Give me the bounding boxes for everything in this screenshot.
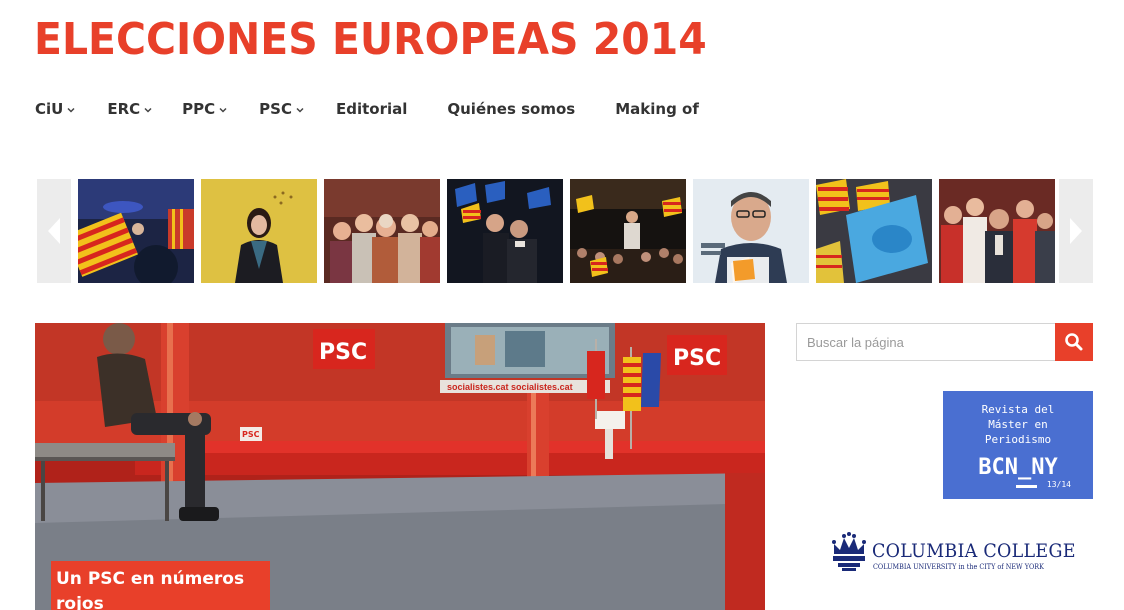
carousel-thumb-5[interactable]: [570, 179, 686, 283]
chevron-down-icon: [219, 107, 227, 113]
nav-item-label: Editorial: [335, 100, 408, 118]
columbia-college-logo[interactable]: COLUMBIA COLLEGE COLUMBIA UNIVERSITY in …: [830, 532, 1075, 574]
nav-item-label: Making of: [615, 100, 699, 118]
carousel-thumb-1[interactable]: [78, 179, 194, 283]
nav-item-quienes-somos[interactable]: Quiénes somos: [447, 100, 575, 118]
nav-item-label: ERC: [107, 100, 141, 118]
nav-item-label: CiU: [35, 100, 64, 118]
arrow-right-icon: [1070, 218, 1082, 244]
search-icon: [1065, 333, 1083, 351]
carousel-thumb-2[interactable]: [201, 179, 317, 283]
carousel-next-button[interactable]: [1059, 179, 1093, 283]
carousel-thumb-4[interactable]: [447, 179, 563, 283]
svg-text:socialistes.cat socialistes.: socialistes.cat socialistes.cat: [447, 382, 573, 392]
revista-year: 13/14: [1046, 480, 1071, 489]
nav-item-editorial[interactable]: Editorial: [336, 100, 407, 118]
featured-post[interactable]: socialistes.cat socialistes.cat PSC PSC …: [35, 323, 765, 610]
photo-carousel: [37, 179, 1093, 283]
featured-post-title[interactable]: Un PSC en números rojos: [51, 561, 270, 610]
search-button[interactable]: [1055, 323, 1093, 361]
carousel-thumb-8[interactable]: [939, 179, 1055, 283]
svg-text:PSC: PSC: [673, 346, 721, 371]
main-nav: CiU ERC PPC PSC Editorial Quiénes somos …: [35, 100, 699, 118]
chevron-down-icon: [296, 107, 304, 113]
carousel-thumb-3[interactable]: [324, 179, 440, 283]
carousel-thumb-6[interactable]: [693, 179, 809, 283]
nav-item-erc[interactable]: ERC: [107, 100, 153, 118]
nav-item-ciu[interactable]: CiU: [35, 100, 76, 118]
carousel-thumb-7[interactable]: [816, 179, 932, 283]
revista-title: Revista del Máster en Periodismo: [981, 403, 1055, 446]
arrow-left-icon: [48, 218, 60, 244]
search-form: [796, 323, 1093, 361]
crown-icon: [832, 532, 866, 571]
carousel-prev-button[interactable]: [37, 179, 71, 283]
nav-item-label: PSC: [259, 100, 292, 118]
nav-item-psc[interactable]: PSC: [259, 100, 305, 118]
nav-item-making-of[interactable]: Making of: [615, 100, 699, 118]
site-title[interactable]: ELECCIONES EUROPEAS 2014: [34, 14, 707, 65]
svg-text:PSC: PSC: [319, 340, 367, 365]
columbia-subtitle: COLUMBIA UNIVERSITY in the CITY of NEW Y…: [873, 563, 1044, 571]
nav-item-label: PPC: [182, 100, 216, 118]
chevron-down-icon: [67, 107, 75, 113]
search-input[interactable]: [796, 323, 1056, 361]
nav-item-ppc[interactable]: PPC: [182, 100, 228, 118]
svg-text:PSC: PSC: [242, 430, 260, 439]
chevron-down-icon: [144, 107, 152, 113]
columbia-name: COLUMBIA COLLEGE: [872, 540, 1076, 562]
nav-item-label: Quiénes somos: [447, 100, 576, 118]
revista-brand: BCN_NY: [978, 455, 1058, 480]
revista-brand-bar: [1016, 485, 1037, 488]
revista-banner[interactable]: Revista del Máster en Periodismo BCN_NY …: [943, 391, 1093, 499]
